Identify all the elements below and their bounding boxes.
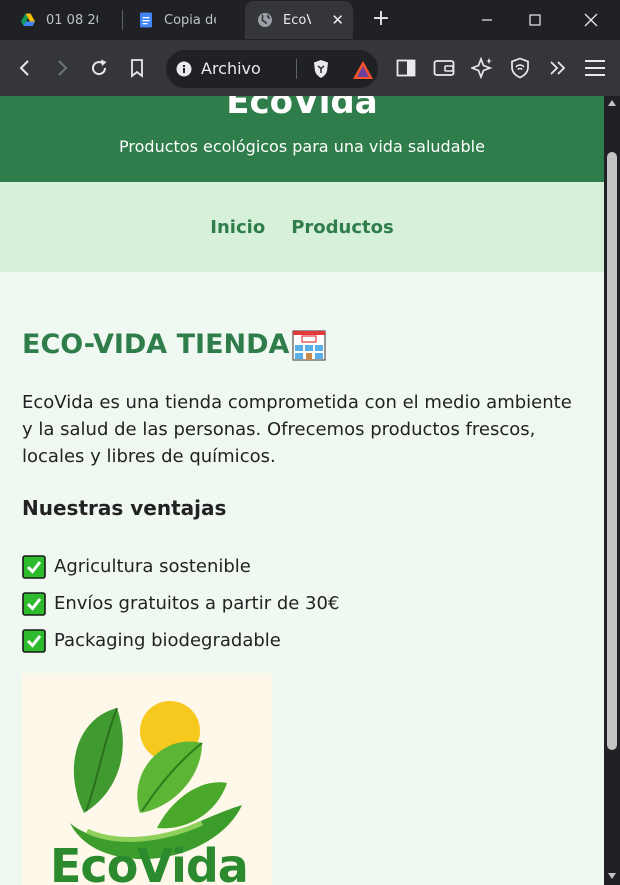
- close-tab-icon[interactable]: ✕: [331, 11, 344, 29]
- tab-title: Copia de: [164, 12, 216, 28]
- maximize-window-button[interactable]: [512, 0, 558, 40]
- nav-link-productos[interactable]: Productos: [291, 217, 394, 238]
- vpn-shield-icon: [511, 57, 529, 79]
- brave-shields-icon[interactable]: [312, 59, 330, 79]
- menu-button[interactable]: [582, 55, 608, 81]
- tab-divider: [122, 10, 123, 30]
- vertical-scrollbar[interactable]: [604, 96, 620, 885]
- minimize-icon: [482, 19, 492, 21]
- page-viewport: EcoVida Productos ecológicos para una vi…: [0, 96, 604, 885]
- address-divider: [296, 59, 297, 79]
- forward-arrow-icon: [58, 60, 68, 76]
- advantages-heading: Nuestras ventajas: [22, 496, 227, 520]
- nav-link-inicio[interactable]: Inicio: [210, 217, 265, 238]
- tab-title: EcoV: [283, 12, 311, 28]
- maximize-icon: [529, 14, 541, 26]
- list-item: Agricultura sostenible: [22, 548, 339, 585]
- brave-rewards-icon[interactable]: [352, 60, 374, 80]
- tab-title: 01 08 20: [46, 12, 98, 28]
- tab-ecovida-active[interactable]: EcoV ✕: [245, 1, 353, 39]
- wallet-icon: [433, 60, 455, 76]
- ai-sparkle-icon: [471, 57, 493, 79]
- scrollbar-thumb[interactable]: [607, 152, 617, 750]
- minimize-window-button[interactable]: [464, 0, 510, 40]
- info-icon: [176, 61, 192, 77]
- back-button[interactable]: [12, 55, 38, 81]
- reload-button[interactable]: [86, 55, 112, 81]
- advantages-list: Agricultura sostenible Envíos gratuitos …: [22, 548, 339, 659]
- tab-drive[interactable]: 01 08 20: [20, 0, 116, 40]
- double-chevron-icon: [550, 61, 566, 75]
- site-title: EcoVida: [226, 96, 378, 122]
- tab-strip: 01 08 20 Copia de EcoV ✕ +: [0, 0, 620, 40]
- site-nav: Inicio Productos: [0, 182, 604, 272]
- list-item: Packaging biodegradable: [22, 622, 339, 659]
- close-icon: [584, 13, 598, 27]
- leo-ai-button[interactable]: [469, 55, 495, 81]
- page-title: ECO-VIDA TIENDA: [22, 326, 327, 362]
- bookmark-icon: [131, 59, 143, 78]
- forward-button[interactable]: [49, 55, 75, 81]
- check-mark-icon: [22, 628, 46, 653]
- vpn-button[interactable]: [507, 55, 533, 81]
- back-arrow-icon: [19, 60, 29, 76]
- advantage-text: Envíos gratuitos a partir de 30€: [54, 593, 340, 614]
- extensions-overflow-button[interactable]: [545, 55, 571, 81]
- scroll-down-arrow-icon[interactable]: [608, 873, 616, 879]
- sidebar-icon: [396, 59, 416, 77]
- advantage-text: Agricultura sostenible: [54, 556, 251, 577]
- google-drive-icon: [21, 13, 35, 26]
- list-item: Envíos gratuitos a partir de 30€: [22, 585, 339, 622]
- security-label: Archivo: [201, 59, 261, 78]
- ecovida-logo-image: EcoVida: [22, 673, 272, 885]
- logo-wordmark: EcoVida: [50, 839, 249, 885]
- intro-paragraph: EcoVida es una tienda comprometida con e…: [22, 392, 572, 467]
- address-bar[interactable]: Archivo: [166, 50, 378, 88]
- wallet-button[interactable]: [431, 55, 457, 81]
- advantage-text: Packaging biodegradable: [54, 630, 281, 651]
- tab-docs[interactable]: Copia de: [138, 0, 238, 40]
- check-mark-icon: [22, 554, 46, 579]
- site-subtitle: Productos ecológicos para una vida salud…: [119, 137, 485, 156]
- new-tab-button[interactable]: +: [368, 6, 394, 32]
- globe-icon: [258, 13, 272, 27]
- google-docs-icon: [140, 12, 152, 28]
- close-window-button[interactable]: [568, 0, 614, 40]
- site-header: EcoVida Productos ecológicos para una vi…: [0, 96, 604, 182]
- convenience-store-icon: [292, 330, 326, 361]
- page-title-text: ECO-VIDA TIENDA: [22, 328, 290, 360]
- bookmark-button[interactable]: [124, 55, 150, 81]
- hamburger-menu-icon: [585, 60, 605, 76]
- check-mark-icon: [22, 591, 46, 616]
- scroll-up-arrow-icon[interactable]: [608, 100, 616, 106]
- reload-icon: [92, 59, 107, 76]
- sidebar-button[interactable]: [393, 55, 419, 81]
